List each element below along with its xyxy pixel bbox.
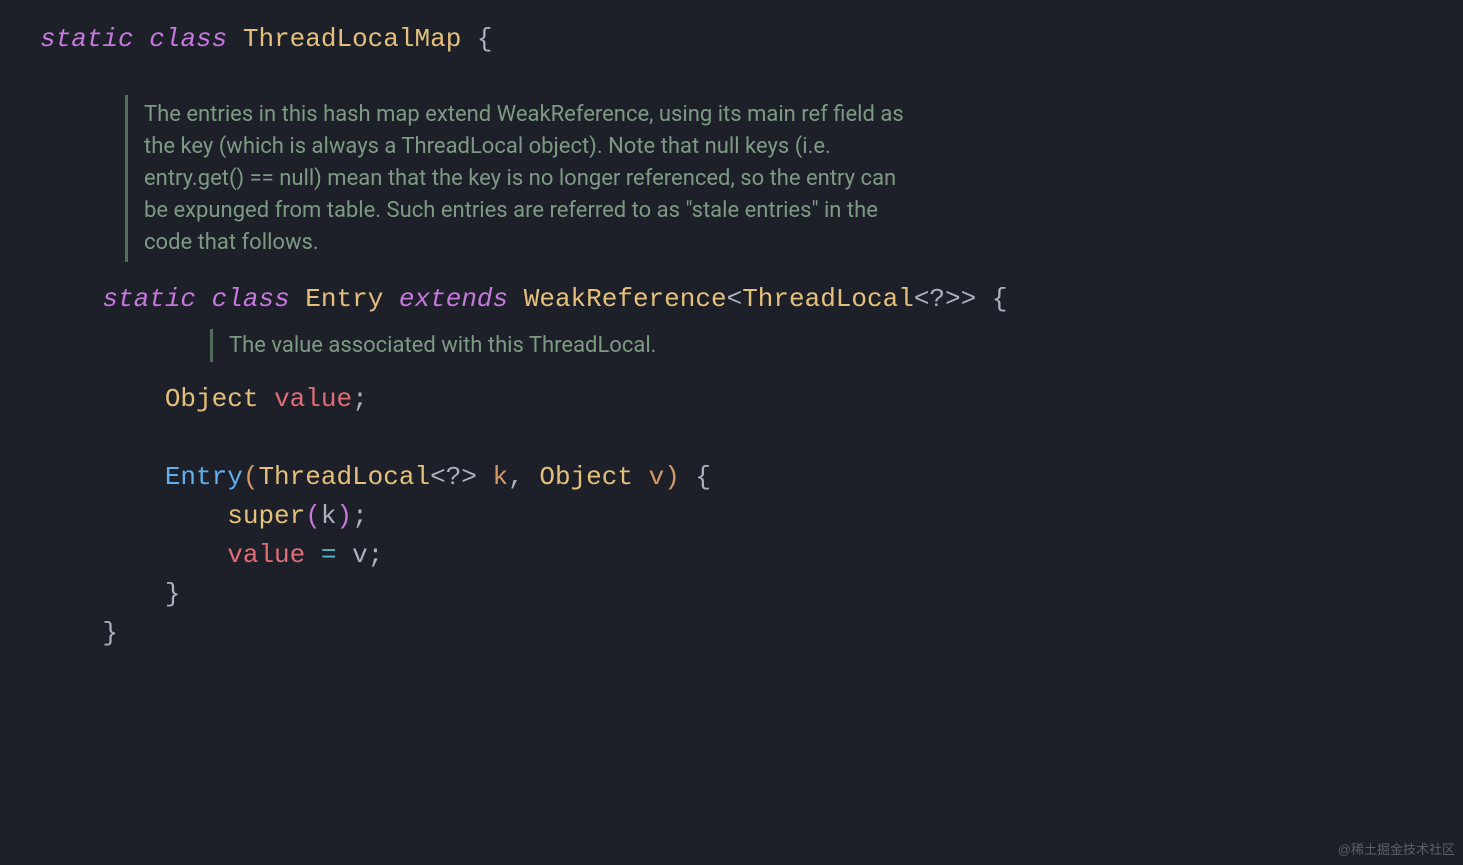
inner-class-declaration: static class Entry extends WeakReference… [40,280,1423,319]
keyword-extends: extends [399,284,508,314]
close-brace-ctor: } [40,575,1423,614]
constructor-name: Entry [165,462,243,492]
keyword-static: static [40,24,134,54]
javadoc-comment: The entries in this hash map extend Weak… [125,95,904,262]
constructor-declaration: Entry(ThreadLocal<?> k, Object v) { [40,458,1423,497]
keyword-class: class [212,284,290,314]
parent-class: WeakReference [524,284,727,314]
field-type: Object [165,384,259,414]
blank-line [40,419,1423,458]
field-declaration: Object value; [40,380,1423,419]
param-k: k [477,462,508,492]
watermark: @稀土掘金技术社区 [1338,840,1455,860]
super-call: super(k); [40,497,1423,536]
type-param: ThreadLocal [742,284,914,314]
field-name: value [274,384,352,414]
class-name-entry: Entry [305,284,383,314]
class-declaration: static class ThreadLocalMap { [40,20,1423,59]
class-name: ThreadLocalMap [243,24,461,54]
javadoc-comment-field: The value associated with this ThreadLoc… [210,329,1423,362]
keyword-super: super [227,501,305,531]
param-v: v [633,462,664,492]
keyword-static: static [102,284,196,314]
close-brace-entry: } [40,614,1423,653]
lhs: value [227,540,305,570]
keyword-class: class [149,24,227,54]
brace: { [461,24,492,54]
assignment: value = v; [40,536,1423,575]
